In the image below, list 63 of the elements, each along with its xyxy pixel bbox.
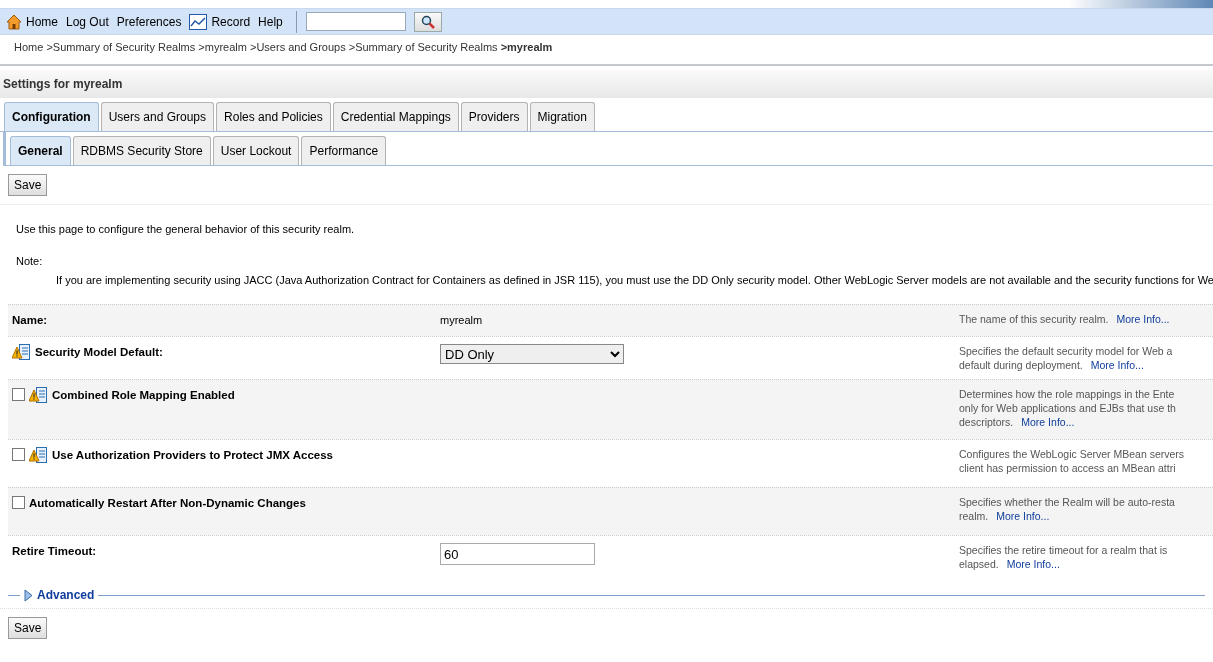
- tab[interactable]: User Lockout: [212, 135, 300, 165]
- description-text: Configures the WebLogic Server MBean servers: [959, 448, 1185, 461]
- field-label: Use Authorization Providers to Protect JMX Access: [52, 448, 333, 464]
- tab[interactable]: Roles and Policies: [216, 101, 331, 131]
- chart-icon[interactable]: [189, 13, 208, 30]
- description-text: realm.: [959, 510, 989, 523]
- search-icon: [420, 14, 435, 29]
- toolbar-link[interactable]: Log Out: [66, 12, 109, 31]
- description-text: Specifies the default security model for Web a: [959, 345, 1173, 358]
- description-text: only for Web applications and EJBs that use th: [959, 402, 1176, 415]
- security-model-select[interactable]: DD Only: [440, 344, 624, 365]
- field-label: Security Model Default:: [35, 345, 163, 361]
- note-label: Note:: [16, 254, 44, 269]
- tab[interactable]: Credential Mappings: [332, 101, 459, 131]
- checkbox[interactable]: [12, 448, 25, 462]
- search-field[interactable]: [305, 12, 406, 31]
- search-button[interactable]: [413, 11, 442, 32]
- toolbar-link[interactable]: Home: [26, 12, 58, 31]
- toolbar-link[interactable]: Help: [258, 12, 283, 31]
- tab[interactable]: Performance: [301, 135, 387, 165]
- description-text: Specifies whether the Realm will be auto-resta: [959, 496, 1175, 509]
- more-info-link[interactable]: More Info...: [996, 510, 1050, 523]
- field-label: Combined Role Mapping Enabled: [52, 388, 235, 404]
- breadcrumb-link[interactable]: Home: [14, 41, 44, 53]
- field-label: Automatically Restart After Non-Dynamic Changes: [29, 496, 306, 512]
- note-text: If you are implementing security using JACC (Java Authorization Contract for Containers as defined in JSR 115), you must use the DD Only security model. Other WebLogic Server models are not available and the security functions for We: [56, 273, 1213, 286]
- toolbar-link[interactable]: Record: [211, 12, 251, 31]
- checkbox[interactable]: [12, 388, 25, 402]
- field-value: myrealm: [440, 314, 483, 326]
- description-text: client has permission to access an MBean attri: [959, 462, 1176, 475]
- more-info-link[interactable]: More Info...: [1006, 558, 1060, 571]
- intro-text: Use this page to configure the general behavior of this security realm.: [16, 221, 356, 237]
- breadcrumb-link[interactable]: >Summary of Security Realms: [348, 41, 498, 53]
- tab[interactable]: RDBMS Security Store: [72, 135, 211, 165]
- tab[interactable]: Configuration: [4, 101, 99, 131]
- more-info-link[interactable]: More Info...: [1021, 416, 1075, 429]
- field-label: Retire Timeout:: [12, 544, 97, 560]
- description-text: default during deployment.: [959, 359, 1083, 372]
- field-label: Name:: [12, 313, 48, 328]
- page-title: Settings for myrealm: [0, 69, 1213, 98]
- tab[interactable]: Providers: [460, 101, 528, 131]
- breadcrumb-current[interactable]: >myrealm: [500, 41, 553, 53]
- breadcrumb-link[interactable]: >Summary of Security Realms: [46, 41, 196, 53]
- more-info-link[interactable]: More Info...: [1116, 313, 1170, 325]
- description-text: elapsed.: [959, 558, 999, 571]
- tab[interactable]: General: [10, 135, 71, 165]
- advanced-toggle[interactable]: Advanced: [24, 586, 95, 605]
- toolbar-link[interactable]: Preferences: [116, 12, 182, 31]
- description-text: The name of this security realm.: [959, 313, 1109, 325]
- expand-icon: [24, 588, 33, 602]
- description-text: descriptors.: [959, 416, 1014, 429]
- home-icon[interactable]: [6, 13, 22, 30]
- tab[interactable]: Users and Groups: [100, 101, 215, 131]
- breadcrumb-link[interactable]: >Users and Groups: [250, 41, 346, 53]
- save-button[interactable]: Save: [8, 173, 48, 196]
- breadcrumb-link[interactable]: >myrealm: [198, 41, 247, 53]
- tab[interactable]: Migration: [529, 101, 595, 131]
- description-text: Specifies the retire timeout for a realm that is: [959, 544, 1168, 557]
- save-button[interactable]: Save: [8, 617, 48, 640]
- description-text: Determines how the role mappings in the Ente: [959, 388, 1175, 401]
- text-field[interactable]: 60: [440, 543, 595, 566]
- more-info-link[interactable]: More Info...: [1090, 359, 1144, 372]
- checkbox[interactable]: [12, 496, 25, 510]
